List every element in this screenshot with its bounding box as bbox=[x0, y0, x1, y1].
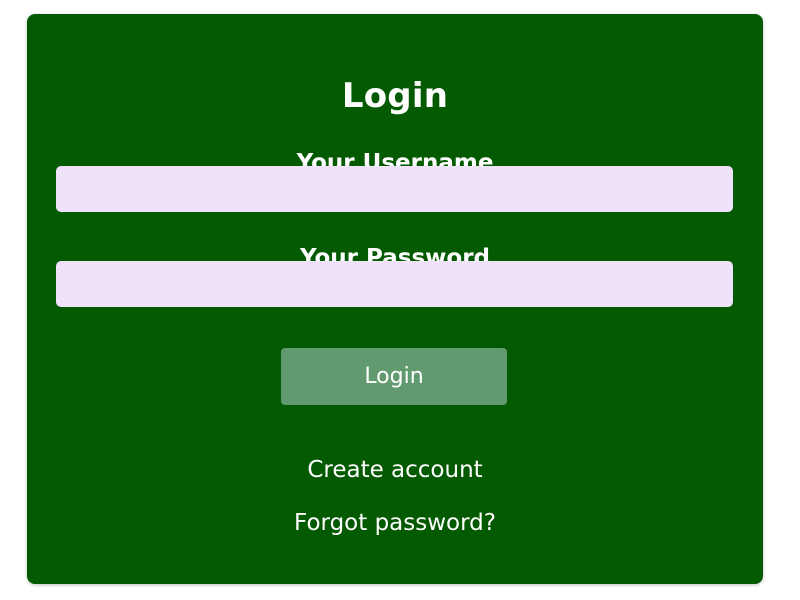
create-account-link[interactable]: Create account bbox=[27, 457, 763, 483]
password-input[interactable] bbox=[56, 261, 733, 307]
username-input[interactable] bbox=[56, 166, 733, 212]
login-title: Login bbox=[341, 76, 449, 116]
forgot-password-link[interactable]: Forgot password? bbox=[27, 510, 763, 536]
login-button[interactable]: Login bbox=[281, 348, 507, 405]
login-card: Login Your Username Your Password Login … bbox=[27, 14, 763, 584]
